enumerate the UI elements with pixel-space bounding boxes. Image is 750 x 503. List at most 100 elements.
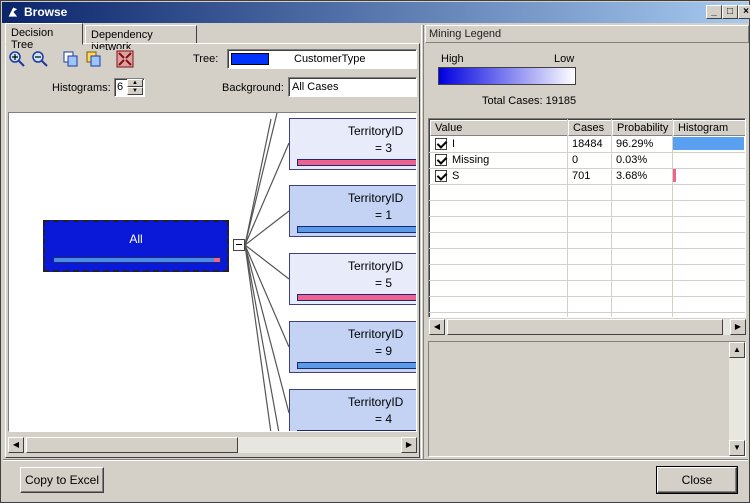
histograms-spinner[interactable]: 6 ▲ ▼ <box>114 78 145 97</box>
chevron-down-icon: ▼ <box>132 88 138 94</box>
cell-probability: 96.29% <box>616 138 654 150</box>
row-checkbox[interactable] <box>435 154 447 166</box>
column-header-probability[interactable]: Probability <box>612 120 673 136</box>
column-header-histogram[interactable]: Histogram <box>673 120 745 136</box>
arrow-left-icon: ◀ <box>12 440 20 449</box>
copy-to-excel-button[interactable]: Copy to Excel <box>20 467 104 493</box>
cell-value: Missing <box>452 154 490 166</box>
close-button[interactable]: Close <box>656 466 738 494</box>
tree-node-territory-4[interactable]: TerritoryID = 4 <box>289 389 416 431</box>
close-window-button[interactable]: × <box>738 5 750 19</box>
minimize-icon: _ <box>711 6 717 17</box>
pane-splitter[interactable] <box>421 25 424 459</box>
tree-node-territory-9[interactable]: TerritoryID = 9 <box>289 321 416 373</box>
legend-horizontal-scrollbar[interactable]: ◀ ▶ <box>429 319 746 335</box>
browse-window: Browse _ □ × Decision Tree Dependency Ne… <box>0 0 750 503</box>
mining-legend-header: Mining Legend <box>425 25 749 43</box>
legend-gradient <box>438 67 576 85</box>
arrow-up-icon: ▲ <box>733 345 741 354</box>
legend-low-label: Low <box>554 53 575 65</box>
column-header-value[interactable]: Value <box>430 120 568 136</box>
node-histogram <box>297 294 416 301</box>
app-icon <box>7 6 19 18</box>
spin-down-button[interactable]: ▼ <box>127 87 143 95</box>
scroll-left-button[interactable]: ◀ <box>429 319 445 335</box>
cell-probability: 3.68% <box>616 170 648 182</box>
background-select[interactable]: All Cases <box>288 77 417 97</box>
node-value: = 1 <box>375 208 393 222</box>
node-value: = 4 <box>375 412 393 426</box>
cell-value: I <box>452 138 456 150</box>
histogram-bar-s <box>213 258 220 262</box>
node-value: = 3 <box>375 141 393 155</box>
cell-cases: 0 <box>572 154 579 166</box>
title-bar[interactable]: Browse _ □ × <box>2 2 750 23</box>
arrow-left-icon: ◀ <box>433 322 441 331</box>
description-vertical-scrollbar[interactable]: ▲ ▼ <box>729 342 745 456</box>
node-title: TerritoryID <box>348 191 404 205</box>
scroll-right-button[interactable]: ▶ <box>401 437 417 453</box>
zoom-in-icon <box>9 51 25 67</box>
scroll-left-button[interactable]: ◀ <box>8 437 24 453</box>
tree-select[interactable]: CustomerType <box>227 49 417 69</box>
column-header-label: Value <box>435 122 463 134</box>
tree-color-swatch <box>231 53 269 65</box>
node-histogram <box>297 362 416 369</box>
node-histogram <box>53 257 221 263</box>
node-title: TerritoryID <box>348 327 404 341</box>
tab-decision-tree[interactable]: Decision Tree <box>5 23 83 51</box>
zoom-in-button[interactable] <box>7 49 27 69</box>
total-cases: Total Cases: 19185 <box>482 95 577 107</box>
arrow-right-icon: ▶ <box>734 322 742 331</box>
close-icon: × <box>743 6 749 17</box>
column-header-label: Probability <box>617 122 669 134</box>
scroll-down-button[interactable]: ▼ <box>729 440 745 456</box>
node-value: = 5 <box>375 276 393 290</box>
legend-description-area[interactable]: ▲ ▼ <box>428 341 746 457</box>
scroll-up-button[interactable]: ▲ <box>729 342 745 358</box>
column-header-cases[interactable]: Cases <box>568 120 612 136</box>
tree-horizontal-scrollbar[interactable]: ◀ ▶ <box>8 437 417 453</box>
tree-node-all[interactable]: All <box>43 220 229 272</box>
row-checkbox[interactable] <box>435 170 447 182</box>
cell-histogram-bar <box>673 137 744 150</box>
arrow-right-icon: ▶ <box>405 440 413 449</box>
tree-node-territory-5[interactable]: TerritoryID = 5 <box>289 253 416 305</box>
copy-view-icon <box>86 51 101 67</box>
maximize-button[interactable]: □ <box>722 5 738 19</box>
minimize-button[interactable]: _ <box>706 5 722 19</box>
zoom-out-icon <box>32 51 48 67</box>
legend-high-label: High <box>441 53 464 65</box>
tree-node-territory-3[interactable]: TerritoryID = 3 <box>289 118 416 170</box>
scroll-right-button[interactable]: ▶ <box>730 319 746 335</box>
histograms-value: 6 <box>117 81 124 93</box>
maximize-icon: □ <box>726 6 734 17</box>
copy-graph-icon <box>63 51 78 67</box>
column-header-label: Cases <box>573 122 605 134</box>
copy-graph-button[interactable] <box>61 49 81 69</box>
node-title: TerritoryID <box>348 395 404 409</box>
node-title: TerritoryID <box>348 259 404 273</box>
footer-separator <box>3 459 748 461</box>
legend-grid[interactable]: Value Cases Probability Histogram I 1848… <box>428 118 746 318</box>
scroll-thumb[interactable] <box>26 437 238 453</box>
histogram-bar-i <box>54 258 214 262</box>
tab-dependency-network[interactable]: Dependency Network <box>85 25 197 53</box>
cell-cases: 701 <box>572 170 591 182</box>
size-to-fit-button[interactable] <box>115 49 135 69</box>
background-label: Background: <box>222 82 284 94</box>
node-label: All <box>129 232 143 246</box>
spin-up-button[interactable]: ▲ <box>127 79 143 87</box>
scroll-thumb[interactable] <box>447 319 723 335</box>
zoom-out-button[interactable] <box>30 49 50 69</box>
histograms-label: Histograms: <box>52 82 111 94</box>
collapse-node-button[interactable] <box>233 239 245 251</box>
node-title: TerritoryID <box>348 124 404 138</box>
copy-view-button[interactable] <box>84 49 104 69</box>
row-checkbox[interactable] <box>435 138 447 150</box>
tree-node-territory-1[interactable]: TerritoryID = 1 <box>289 185 416 237</box>
decision-tree-canvas[interactable]: All TerritoryID = 3 TerritoryID = 1 Terr… <box>8 112 417 432</box>
tree-label: Tree: <box>193 53 219 65</box>
column-header-label: Histogram <box>678 122 729 134</box>
background-select-value: All Cases <box>292 81 339 93</box>
